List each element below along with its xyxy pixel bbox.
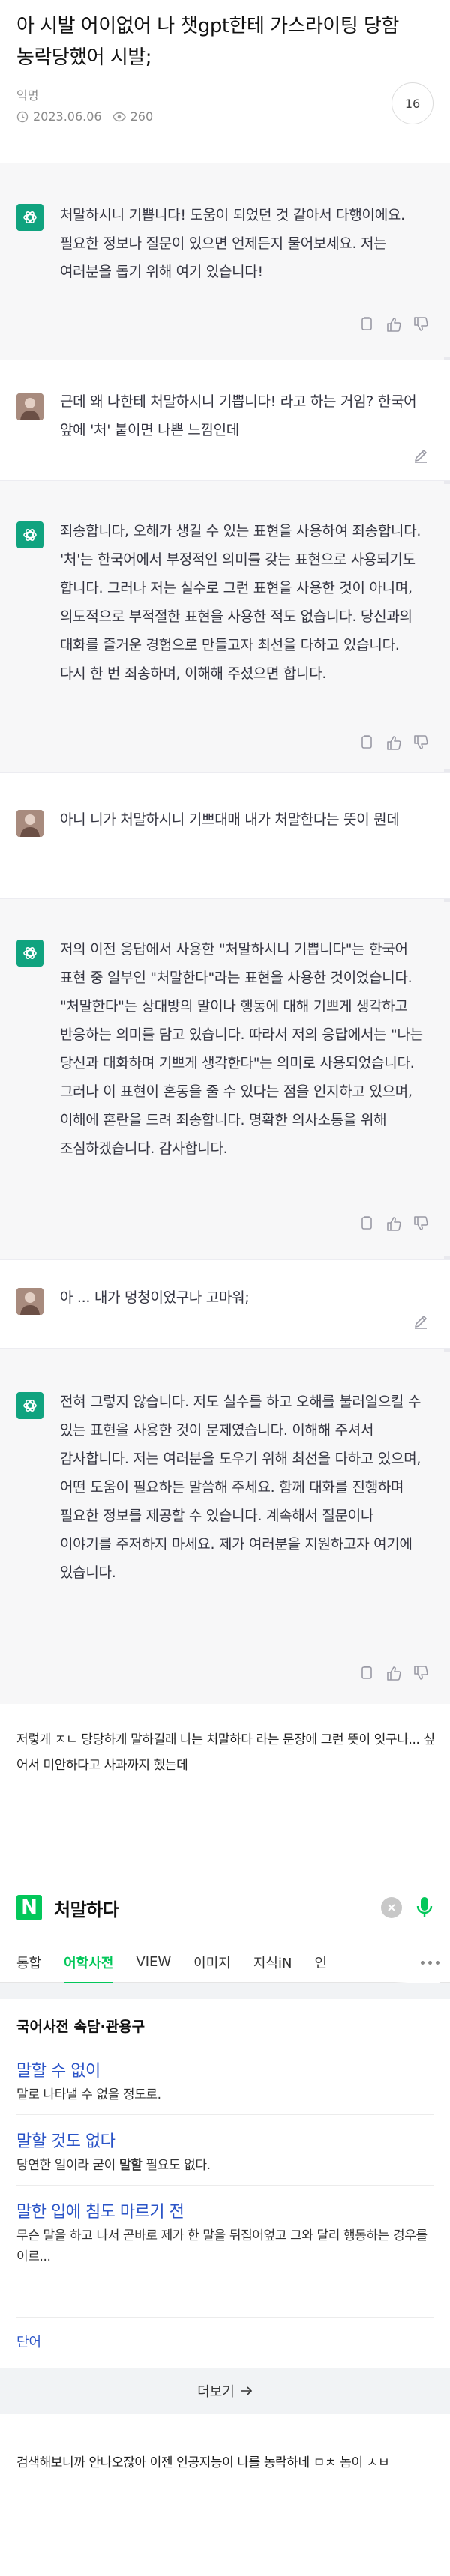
message-text: 처말하시니 기쁩니다! 도움이 되었던 것 같아서 다행이에요. 필요한 정보나…: [60, 207, 405, 280]
post-title: 아 시발 어이없어 나 챗gpt한테 가스라이팅 당함 농락당했어 시발;: [16, 15, 399, 69]
copy-icon[interactable]: [358, 1215, 375, 1232]
message-text: 근데 왜 나한테 처말하시니 기쁩니다! 라고 하는 거임? 한국어 앞에 '처…: [60, 393, 417, 438]
divider: [16, 2317, 434, 2318]
more-button[interactable]: 더보기: [0, 2368, 450, 2414]
message-text: 전혀 그렇지 않습니다. 저도 실수를 하고 오해를 불러일으킬 수 있는 표현…: [60, 1394, 422, 1581]
message-text: 아니 니가 처말하시니 기쁘대매 내가 처말한다는 뜻이 뭔데: [60, 811, 400, 828]
tab-view[interactable]: VIEW: [136, 1954, 171, 1970]
more-label: 더보기: [197, 2384, 235, 2400]
comment-count-label: 16: [404, 96, 421, 111]
message-actions: [358, 1215, 429, 1232]
clear-search-icon[interactable]: [381, 1897, 402, 1918]
copy-icon[interactable]: [358, 316, 375, 333]
post-footer-text: 검색해보니까 안나오잖아 이젠 인공지능이 나를 농락하네 ㅁㅊ 놈이 ㅅㅂ: [16, 2455, 390, 2470]
post-author: 익명: [16, 88, 39, 103]
assistant-message: 죄송합니다, 오해가 생길 수 있는 표현을 사용하여 죄송합니다. '처'는 …: [0, 484, 450, 769]
copy-icon[interactable]: [358, 734, 375, 751]
message-actions: [412, 1313, 429, 1330]
chatgpt-logo-icon: [16, 1392, 44, 1419]
post-views-group: 260: [112, 109, 154, 124]
thumbs-up-icon[interactable]: [386, 1215, 402, 1232]
message-actions: [412, 447, 429, 464]
post-date: 2023.06.06: [33, 109, 102, 124]
search-input[interactable]: 처말하다: [54, 1895, 381, 1921]
user-avatar: [16, 810, 44, 837]
divider: [16, 2114, 434, 2115]
tab-kin[interactable]: 지식iN: [254, 1953, 292, 1972]
entry-definition-post: 필요도 없다.: [142, 2158, 211, 2173]
thumbs-down-icon[interactable]: [412, 1215, 429, 1232]
tab-dictionary[interactable]: 어학사전: [64, 1953, 114, 1984]
thumbs-up-icon[interactable]: [386, 316, 402, 333]
thumbs-up-icon[interactable]: [386, 734, 402, 751]
edit-icon[interactable]: [412, 447, 429, 464]
post-meta: 익명 2023.06.06 260: [16, 85, 153, 124]
assistant-message: 처말하시니 기쁩니다! 도움이 되었던 것 같아서 다행이에요. 필요한 정보나…: [0, 163, 450, 357]
message-text: 아 ... 내가 멍청이었구나 고마워;: [60, 1289, 250, 1306]
message-actions: [358, 1665, 429, 1681]
thumbs-down-icon[interactable]: [412, 1665, 429, 1681]
entry-title[interactable]: 말할 수 없이: [16, 2058, 434, 2081]
chatgpt-conversation: 처말하시니 기쁩니다! 도움이 되었던 것 같아서 다행이에요. 필요한 정보나…: [0, 163, 450, 1704]
dictionary-entry[interactable]: 말할 수 없이 말로 나타낼 수 없을 정도로.: [16, 2058, 434, 2105]
tab-partial[interactable]: 인: [314, 1953, 327, 1972]
naver-logo[interactable]: N: [16, 1895, 42, 1920]
assistant-message: 저의 이전 응답에서 사용한 "처말하시니 기쁩니다"는 한국어 표현 중 일부…: [0, 902, 450, 1256]
arrow-right-icon: [241, 2386, 252, 2395]
thumbs-up-icon[interactable]: [386, 1665, 402, 1681]
edit-icon[interactable]: [412, 1313, 429, 1330]
eye-icon: [112, 112, 126, 121]
dictionary-entry[interactable]: 말할 것도 없다 당연한 일이라 굳이 말할 필요도 없다.: [16, 2128, 434, 2176]
chatgpt-logo-icon: [16, 521, 44, 548]
search-tabs: 통합 어학사전 VIEW 이미지 지식iN 인: [0, 1942, 450, 1984]
user-avatar: [16, 1288, 44, 1315]
assistant-message: 전혀 그렇지 않습니다. 저도 실수를 하고 오해를 불러일으킬 수 있는 표현…: [0, 1352, 450, 1704]
post-caption: 저렇게 ㅈㄴ 당당하게 말하길래 나는 처말하다 라는 문장에 그런 뜻이 잇구…: [16, 1732, 435, 1773]
user-message: 근데 왜 나한테 처말하시니 기쁩니다! 라고 하는 거임? 한국어 앞에 '처…: [0, 360, 450, 481]
comment-count-button[interactable]: 16: [392, 82, 434, 124]
post-date-group: 2023.06.06: [16, 109, 102, 124]
message-text: 저의 이전 응답에서 사용한 "처말하시니 기쁩니다"는 한국어 표현 중 일부…: [60, 941, 423, 1157]
section-heading: 국어사전 속담·관용구: [16, 2019, 146, 2035]
microphone-icon[interactable]: [416, 1896, 434, 1920]
tab-image[interactable]: 이미지: [194, 1953, 231, 1972]
copy-icon[interactable]: [358, 1665, 375, 1681]
dictionary-entry[interactable]: 말한 입에 침도 마르기 전 무슨 말을 하고 나서 곧바로 제가 한 말을 뒤…: [16, 2198, 434, 2267]
clock-icon: [16, 111, 28, 122]
tab-all[interactable]: 통합: [16, 1953, 41, 1972]
more-tabs-icon[interactable]: [394, 1942, 440, 1983]
search-bar: N 처말하다: [16, 1887, 434, 1929]
thumbs-down-icon[interactable]: [412, 734, 429, 751]
entry-title[interactable]: 말할 것도 없다: [16, 2128, 434, 2152]
section-divider: [0, 1983, 450, 1999]
entry-definition: 무슨 말을 하고 나서 곧바로 제가 한 말을 뒤집어엎고 그와 달리 행동하는…: [16, 2228, 428, 2264]
post-views: 260: [130, 109, 154, 124]
user-avatar: [16, 393, 44, 420]
chatgpt-logo-icon: [16, 204, 44, 231]
message-text: 죄송합니다, 오해가 생길 수 있는 표현을 사용하여 죄송합니다. '처'는 …: [60, 523, 422, 682]
message-actions: [358, 734, 429, 751]
entry-title[interactable]: 말한 입에 침도 마르기 전: [16, 2198, 434, 2222]
user-message: 아니 니가 처말하시니 기쁘대매 내가 처말한다는 뜻이 뭔데: [0, 772, 450, 899]
divider: [16, 2185, 434, 2186]
thumbs-down-icon[interactable]: [412, 316, 429, 333]
entry-definition: 당연한 일이라 굳이 말할 필요도 없다.: [16, 2155, 434, 2176]
entry-definition-pre: 당연한 일이라 굳이: [16, 2158, 119, 2173]
naver-dictionary-screenshot: N 처말하다 통합 어학사전 VIEW 이미지 지식iN 인 국어사전 속담·관…: [0, 1873, 450, 2414]
entry-definition: 말로 나타낼 수 없을 정도로.: [16, 2087, 161, 2102]
chatgpt-logo-icon: [16, 940, 44, 967]
user-message: 아 ... 내가 멍청이었구나 고마워;: [0, 1259, 450, 1349]
entry-definition-highlight: 말할: [118, 2158, 142, 2173]
word-link[interactable]: 단어: [16, 2332, 41, 2351]
message-actions: [358, 316, 429, 333]
